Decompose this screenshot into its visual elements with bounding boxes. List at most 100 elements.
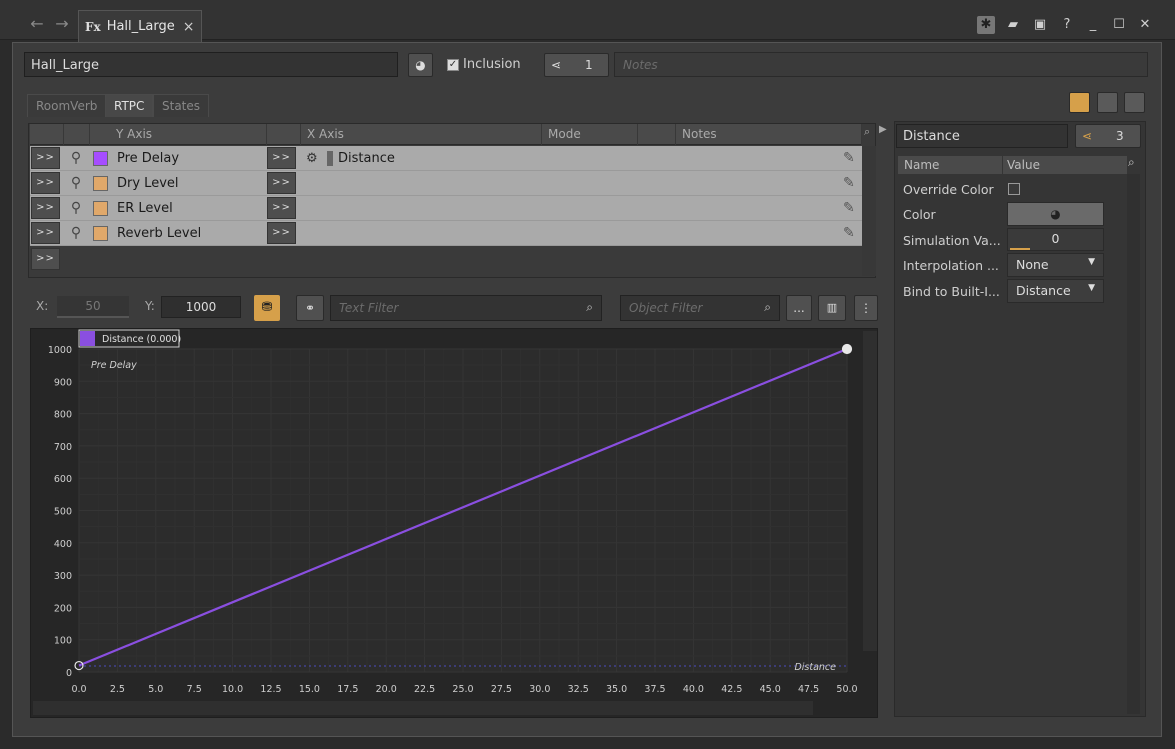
menu-icon[interactable]: ⋮ bbox=[854, 295, 878, 321]
star-icon[interactable]: ✱ bbox=[977, 16, 995, 34]
x-axis-select-button[interactable]: >> bbox=[267, 147, 296, 169]
column-mode[interactable]: Mode bbox=[542, 124, 638, 145]
minimize-icon[interactable]: _ bbox=[1084, 16, 1102, 34]
column-y-axis[interactable]: Y Axis bbox=[90, 124, 267, 145]
x-tick-label: 7.5 bbox=[187, 684, 202, 695]
more-button[interactable]: ... bbox=[786, 295, 812, 321]
interpolation-dropdown[interactable]: None ▼ bbox=[1007, 253, 1104, 277]
x-tick-label: 35.0 bbox=[606, 684, 627, 695]
legend-swatch bbox=[80, 331, 95, 346]
color-swatch[interactable] bbox=[93, 151, 108, 166]
x-tick-label: 0.0 bbox=[71, 684, 86, 695]
expand-row-button[interactable]: >> bbox=[31, 147, 60, 169]
column-x-axis[interactable]: X Axis bbox=[301, 124, 542, 145]
color-swatch[interactable] bbox=[93, 226, 108, 241]
pin-icon[interactable]: ⚲ bbox=[69, 150, 83, 166]
save-icon[interactable]: ▣ bbox=[1031, 16, 1049, 34]
x-axis-label: Distance bbox=[794, 662, 836, 673]
curve-chart[interactable]: 0 100 200 300 400 500 600 700 800 900 1000 0.0 2.5 5.… bbox=[31, 329, 879, 719]
inclusion-checkbox[interactable]: ✓ bbox=[447, 59, 459, 71]
graph-view-icon[interactable]: ▥ bbox=[818, 295, 846, 321]
property-scrollbar[interactable] bbox=[1127, 174, 1140, 714]
text-filter-input[interactable]: Text Filter ⌕ bbox=[330, 295, 602, 321]
edit-pencil-icon[interactable]: ✎ bbox=[843, 200, 855, 216]
pin-icon[interactable]: ⚲ bbox=[69, 200, 83, 216]
vertical-split-icon[interactable] bbox=[1097, 92, 1118, 113]
prop-color-label: Color bbox=[903, 207, 936, 222]
tab-roomverb[interactable]: RoomVerb bbox=[27, 94, 107, 117]
table-row[interactable]: >> ⚲ Dry Level >> ✎ bbox=[30, 171, 862, 196]
tab-close-icon[interactable]: × bbox=[183, 19, 195, 35]
edit-pencil-icon[interactable]: ✎ bbox=[843, 225, 855, 241]
x-tick-label: 12.5 bbox=[260, 684, 281, 695]
parameter-name-field[interactable]: Distance bbox=[896, 124, 1068, 148]
property-search-icon[interactable]: ⌕ bbox=[1128, 155, 1135, 170]
chevron-down-icon: ▼ bbox=[1088, 283, 1095, 293]
x-tick-label: 2.5 bbox=[110, 684, 125, 695]
grid-header-pin bbox=[64, 124, 90, 145]
folder-icon[interactable]: ▰ bbox=[1004, 16, 1022, 34]
expand-row-button[interactable]: >> bbox=[31, 172, 60, 194]
x-axis-select-button[interactable]: >> bbox=[267, 222, 296, 244]
prop-override-color-label: Override Color bbox=[903, 182, 994, 197]
edit-pencil-icon[interactable]: ✎ bbox=[843, 175, 855, 191]
close-icon[interactable]: ✕ bbox=[1136, 16, 1154, 34]
horizontal-split-icon[interactable] bbox=[1124, 92, 1145, 113]
y-tick-label: 100 bbox=[54, 636, 72, 647]
panel-collapse-icon[interactable]: ▶ bbox=[879, 124, 887, 135]
x-value-field[interactable]: 50 bbox=[57, 296, 129, 318]
object-name-field[interactable]: Hall_Large bbox=[24, 52, 398, 77]
pin-icon[interactable]: ⚲ bbox=[69, 225, 83, 241]
help-icon[interactable]: ? bbox=[1058, 16, 1076, 34]
tab-rtpc[interactable]: RTPC bbox=[105, 94, 154, 117]
table-row[interactable]: >> ⚲ Reverb Level >> ✎ bbox=[30, 221, 862, 246]
table-row[interactable]: >> ⚲ Pre Delay >> ⚙ Distance ✎ bbox=[30, 146, 862, 171]
grid-body: >> ⚲ Pre Delay >> ⚙ Distance ✎ >> ⚲ Dry … bbox=[30, 146, 862, 246]
palette-icon[interactable]: ◕ bbox=[1007, 202, 1104, 226]
maximize-icon[interactable]: ☐ bbox=[1110, 16, 1128, 34]
param-references-button[interactable]: ⋖ 3 bbox=[1075, 124, 1141, 148]
bind-builtin-dropdown[interactable]: Distance ▼ bbox=[1007, 279, 1104, 303]
add-row-button[interactable]: >> bbox=[31, 248, 60, 270]
tab-states[interactable]: States bbox=[153, 94, 210, 117]
expand-row-button[interactable]: >> bbox=[31, 197, 60, 219]
fx-icon: Fx bbox=[85, 19, 101, 34]
expand-row-button[interactable]: >> bbox=[31, 222, 60, 244]
x-tick-label: 17.5 bbox=[337, 684, 358, 695]
x-axis-color-swatch bbox=[327, 151, 333, 166]
override-color-checkbox[interactable] bbox=[1008, 183, 1020, 195]
object-filter-input[interactable]: Object Filter ⌕ bbox=[620, 295, 780, 321]
color-swatch[interactable] bbox=[93, 176, 108, 191]
x-axis-select-button[interactable]: >> bbox=[267, 172, 296, 194]
grid-header-arrow bbox=[30, 124, 64, 145]
forward-arrow-icon[interactable]: → bbox=[52, 14, 72, 34]
snap-icon[interactable]: ⛃ bbox=[254, 295, 280, 321]
notes-field[interactable]: Notes bbox=[614, 52, 1148, 77]
chevron-down-icon: ▼ bbox=[1088, 257, 1095, 267]
search-icon: ⌕ bbox=[586, 300, 593, 314]
back-arrow-icon[interactable]: ← bbox=[27, 14, 47, 34]
palette-icon[interactable]: ◕ bbox=[408, 53, 433, 77]
references-button[interactable]: ⋖ 1 bbox=[544, 53, 609, 77]
column-notes[interactable]: Notes bbox=[676, 124, 862, 145]
game-parameter-icon: ⚙ bbox=[306, 151, 318, 166]
grid-scrollbar[interactable] bbox=[862, 146, 876, 276]
x-tick-label: 5.0 bbox=[148, 684, 163, 695]
editor-tab[interactable]: Fx Hall_Large × bbox=[78, 10, 202, 42]
link-icon[interactable]: ⚭ bbox=[296, 295, 324, 321]
y-value-field[interactable]: 1000 bbox=[161, 296, 241, 318]
x-axis-select-button[interactable]: >> bbox=[267, 197, 296, 219]
column-name[interactable]: Name bbox=[898, 156, 1002, 174]
y-tick-label: 700 bbox=[54, 442, 72, 453]
single-layout-icon[interactable] bbox=[1069, 92, 1090, 113]
x-label: X: bbox=[36, 299, 49, 313]
grid-search-icon[interactable]: ⌕ bbox=[864, 125, 870, 139]
table-row[interactable]: >> ⚲ ER Level >> ✎ bbox=[30, 196, 862, 221]
pin-icon[interactable]: ⚲ bbox=[69, 175, 83, 191]
y-axis-label: ER Level bbox=[117, 201, 173, 216]
color-swatch[interactable] bbox=[93, 201, 108, 216]
bind-builtin-value: Distance bbox=[1016, 283, 1071, 298]
edit-pencil-icon[interactable]: ✎ bbox=[843, 150, 855, 166]
column-value[interactable]: Value bbox=[1003, 156, 1127, 174]
grid-header: Y Axis X Axis Mode Notes bbox=[30, 124, 862, 145]
